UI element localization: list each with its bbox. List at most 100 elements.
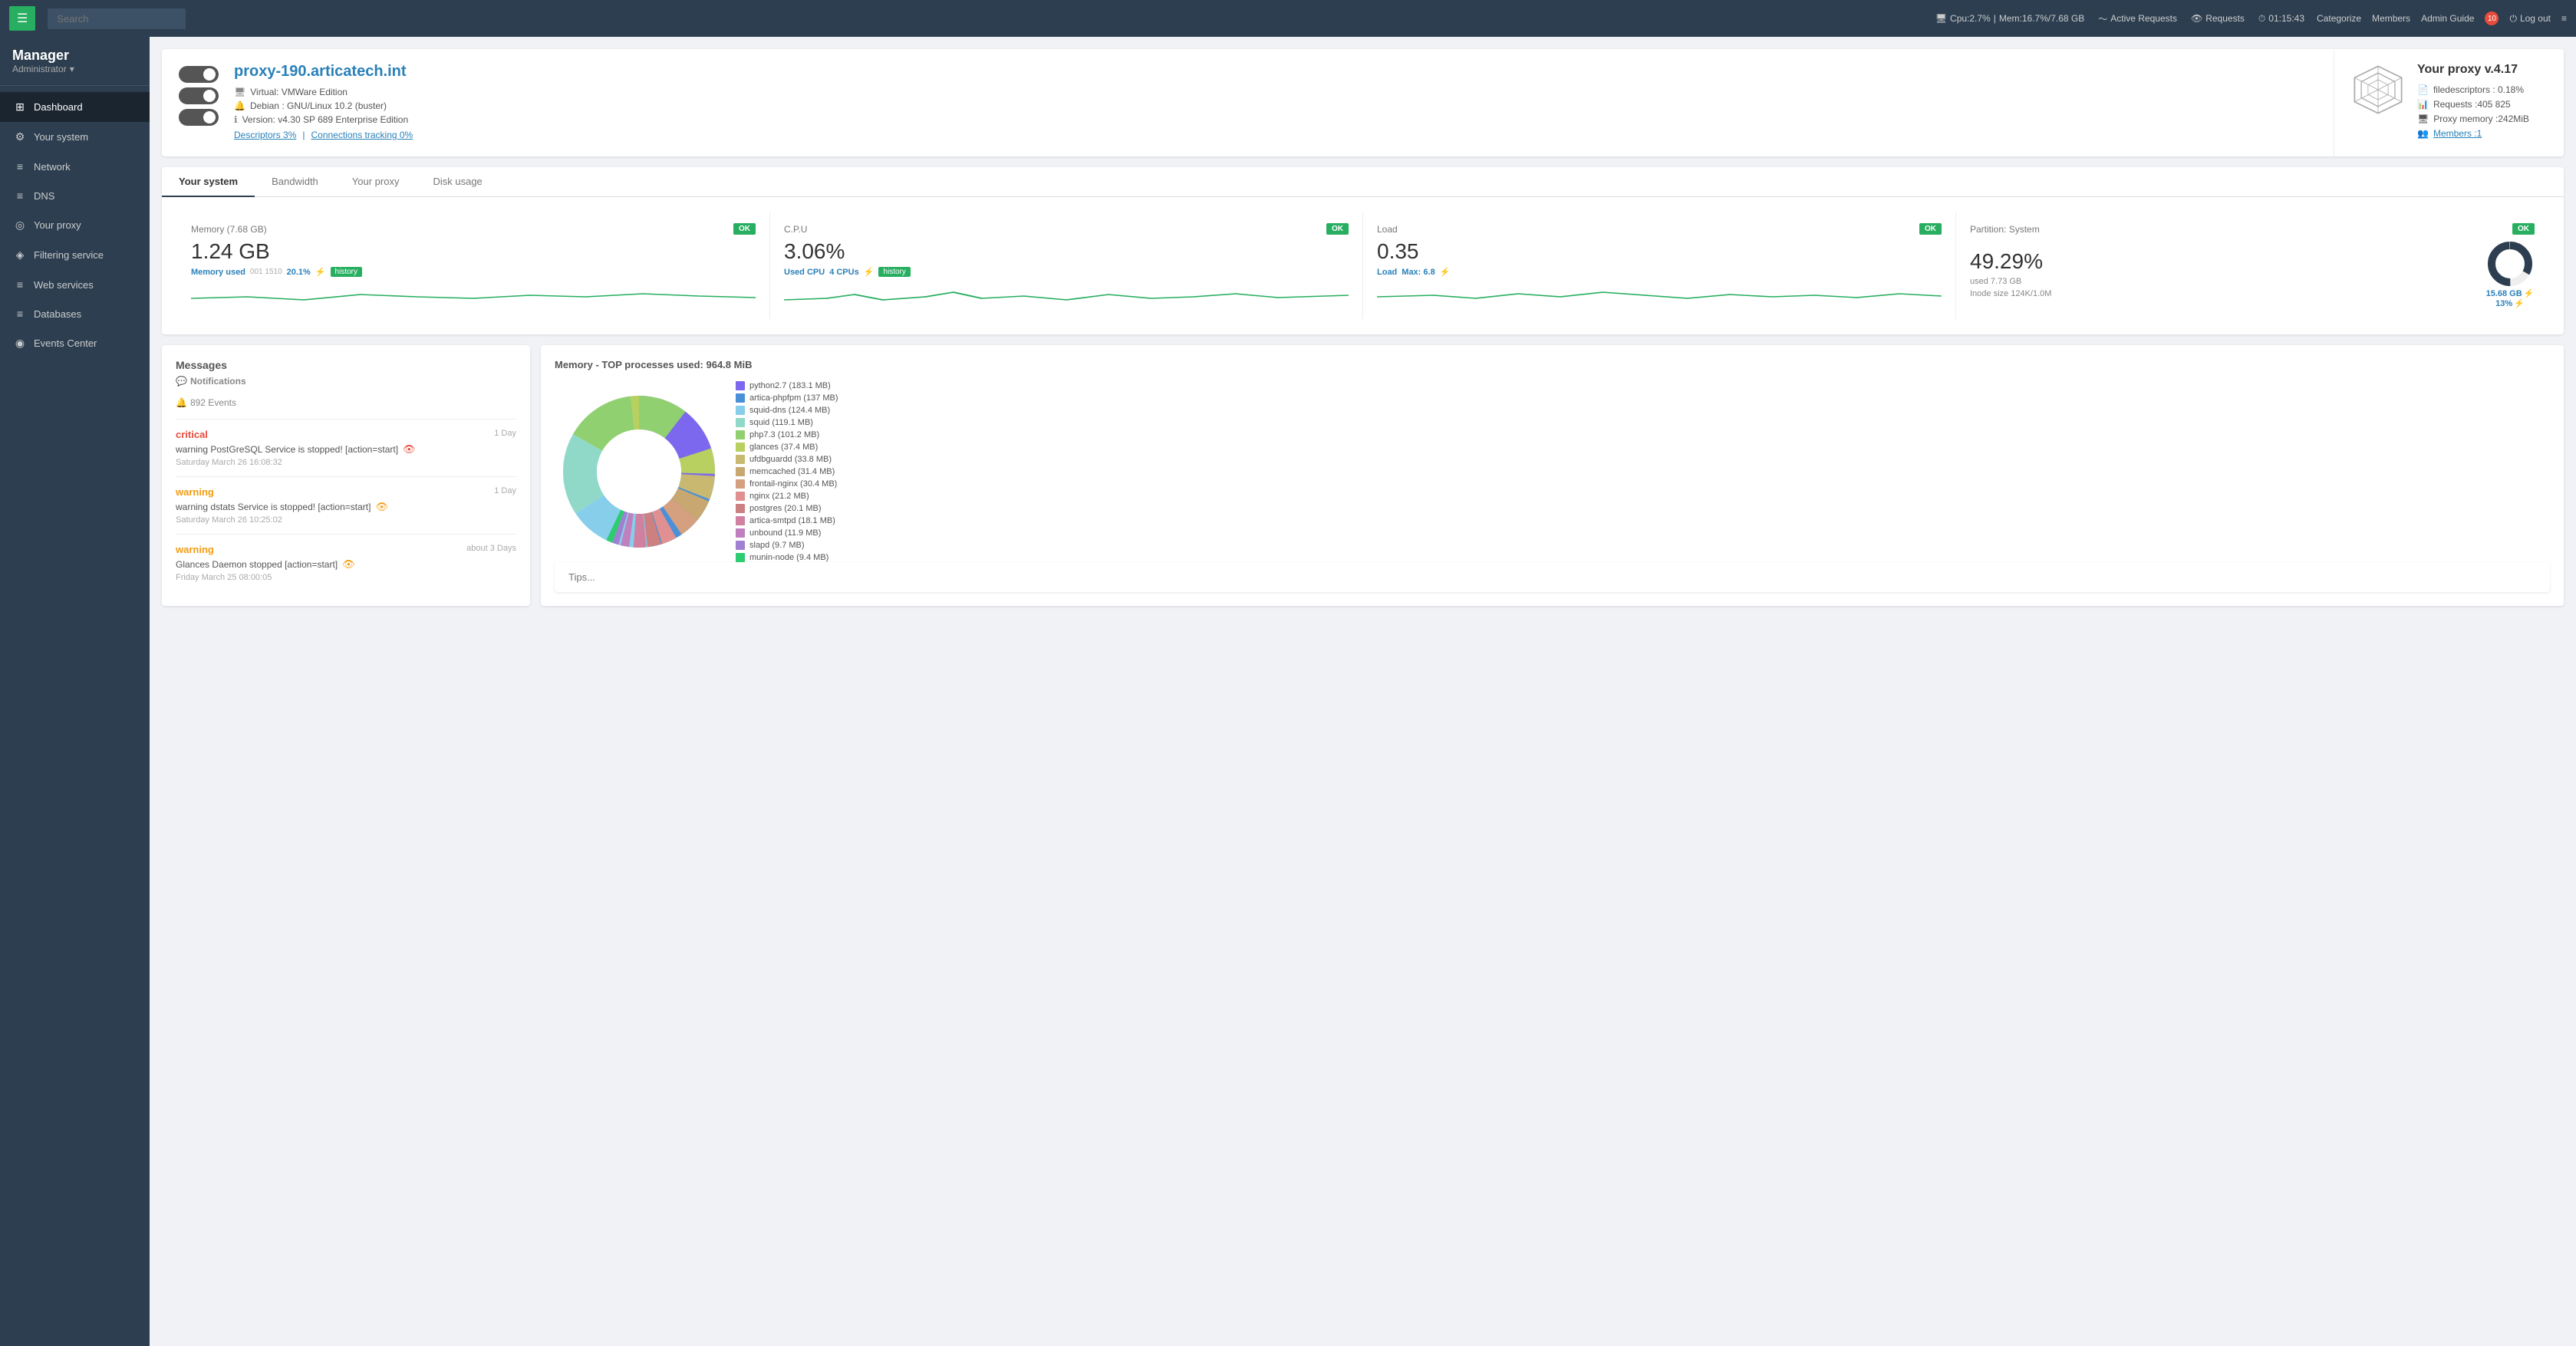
logout-link[interactable]: ⏻ Log out [2509, 13, 2551, 25]
legend-color-postgres [736, 504, 745, 513]
toggle-knob-2 [203, 90, 216, 102]
msg-type-critical-1: critical [176, 429, 208, 440]
partition-ok-badge: OK [2512, 223, 2535, 235]
partition-size-pct: 13% [2495, 299, 2512, 308]
sidebar-item-dns[interactable]: ≡ DNS [0, 181, 150, 210]
cpu-history-btn[interactable]: history [878, 267, 910, 277]
tab-disk-usage[interactable]: Disk usage [416, 167, 499, 197]
tab-your-system[interactable]: Your system [162, 167, 255, 197]
search-input[interactable] [48, 8, 186, 29]
msg-header-1: critical 1 Day [176, 429, 516, 440]
tabs-body: Memory (7.68 GB) OK 1.24 GB Memory used … [162, 197, 2564, 334]
partition-inode: Inode size 124K/1.0M [1970, 289, 2051, 298]
main-content: proxy-190.articatech.int 🖥 Virtual: VMWa… [150, 37, 2576, 1346]
msg-date-1: Saturday March 26 16:08:32 [176, 458, 516, 467]
requests-stat: 👁 Requests [2191, 13, 2245, 24]
connections-link[interactable]: Connections tracking 0% [311, 130, 413, 140]
memory-sparkline [191, 283, 756, 306]
legend-color-artica-smtpd [736, 516, 745, 525]
legend-color-squid [736, 418, 745, 427]
sidebar-label-your-system: Your system [34, 131, 88, 143]
categorize-link[interactable]: Categorize [2317, 13, 2361, 24]
your-system-icon: ⚙ [14, 130, 26, 143]
descriptors-link[interactable]: Descriptors 3% [234, 130, 296, 140]
memory-history-btn[interactable]: history [331, 267, 362, 277]
msg-type-warning-3: warning [176, 544, 214, 555]
admin-guide-link[interactable]: Admin Guide [2421, 13, 2474, 24]
bell-icon: 🔔 [176, 397, 187, 408]
legend-color-python [736, 381, 745, 390]
load-sparkline [1377, 283, 1942, 306]
databases-icon: ≡ [14, 308, 26, 320]
legend-unbound: unbound (11.9 MB) [736, 528, 838, 538]
members-stat-link[interactable]: Members :1 [2433, 128, 2482, 139]
legend-color-ufdb [736, 455, 745, 464]
sidebar-item-network[interactable]: ≡ Network [0, 152, 150, 181]
load-link[interactable]: Load [1377, 268, 1397, 277]
legend-slapd: slapd (9.7 MB) [736, 541, 838, 550]
filtering-icon: ◈ [14, 248, 26, 262]
sidebar-item-filtering-service[interactable]: ◈ Filtering service [0, 240, 150, 270]
more-link[interactable]: ≡ [2561, 13, 2567, 24]
eye-icon-1[interactable]: 👁 [403, 443, 416, 456]
sidebar-label-your-proxy: Your proxy [34, 219, 81, 231]
sidebar-item-events-center[interactable]: ◉ Events Center [0, 328, 150, 358]
proxy-logo [2351, 63, 2405, 117]
notifications-header: 💬 Notifications [176, 376, 516, 387]
memory-title: Memory (7.68 GB) OK [191, 223, 756, 235]
members-link[interactable]: Members [2372, 13, 2410, 24]
msg-type-warning-2: warning [176, 486, 214, 498]
sidebar-item-your-system[interactable]: ⚙ Your system [0, 122, 150, 152]
notifications-link[interactable]: 10 [2485, 12, 2499, 25]
msg-time-1: 1 Day [494, 429, 516, 438]
eye-icon-3[interactable]: 👁 [342, 558, 355, 571]
legend-artica-smtpd: artica-smtpd (18.1 MB) [736, 516, 838, 525]
memory-chart-area: python2.7 (183.1 MB) artica-phpfpm (137 … [555, 381, 2550, 562]
tips-row: Tips... [555, 562, 2550, 592]
sidebar-item-your-proxy[interactable]: ◎ Your proxy [0, 210, 150, 240]
legend-munin: munin-node (9.4 MB) [736, 553, 838, 562]
toggle-2[interactable] [179, 87, 219, 104]
eye-icon-2[interactable]: 👁 [375, 501, 388, 513]
web-services-icon: ≡ [14, 278, 26, 291]
notification-badge: 10 [2485, 12, 2499, 25]
proxy-version-title: Your proxy v.4.17 [2417, 63, 2529, 77]
cpu-used-link[interactable]: Used CPU [784, 268, 825, 277]
msg-time-2: 1 Day [494, 486, 516, 495]
sidebar: Manager Administrator ▾ ⊞ Dashboard ⚙ Yo… [0, 37, 150, 1346]
dashboard-icon: ⊞ [14, 100, 26, 114]
cpu-sub: Used CPU 4 CPUs⚡ history [784, 267, 1349, 277]
menu-button[interactable]: ☰ [9, 6, 35, 31]
partition-chart-area: 49.29% used 7.73 GB Inode size 124K/1.0M [1970, 239, 2535, 308]
sidebar-item-dashboard[interactable]: ⊞ Dashboard [0, 92, 150, 122]
toggle-3[interactable] [179, 109, 219, 126]
toggle-knob-3 [203, 111, 216, 123]
msg-date-2: Saturday March 26 10:25:02 [176, 515, 516, 525]
msg-date-3: Friday March 25 08:00:05 [176, 573, 516, 582]
sidebar-item-web-services[interactable]: ≡ Web services [0, 270, 150, 299]
toggle-1[interactable] [179, 66, 219, 83]
legend-php73: php7.3 (101.2 MB) [736, 430, 838, 439]
sidebar-label-databases: Databases [34, 308, 81, 320]
filedescriptors-stat: 📄 filedescriptors : 0.18% [2417, 84, 2529, 95]
events-icon: ◉ [14, 337, 26, 350]
memory-used-link[interactable]: Memory used [191, 268, 245, 277]
memory-ok-badge: OK [733, 223, 756, 235]
msg-text-1: warning PostGreSQL Service is stopped! [… [176, 443, 516, 456]
monitor-icon: 🖥 [234, 87, 245, 97]
toggle-knob-1 [203, 68, 216, 81]
requests-icon: 📊 [2417, 99, 2429, 110]
proxy-right: Your proxy v.4.17 📄 filedescriptors : 0.… [2334, 49, 2564, 156]
sidebar-item-databases[interactable]: ≡ Databases [0, 299, 150, 328]
tips-label: Tips... [568, 571, 595, 583]
legend-python: python2.7 (183.1 MB) [736, 381, 838, 390]
tab-bandwidth[interactable]: Bandwidth [255, 167, 335, 197]
tab-your-proxy[interactable]: Your proxy [335, 167, 417, 197]
legend-memcached: memcached (31.4 MB) [736, 467, 838, 476]
legend-color-squid-dns [736, 406, 745, 415]
sidebar-brand: Manager Administrator ▾ [0, 37, 150, 86]
chevron-down-icon: ▾ [70, 64, 74, 74]
sidebar-nav: ⊞ Dashboard ⚙ Your system ≡ Network ≡ DN… [0, 86, 150, 1346]
members-icon: 👥 [2417, 128, 2429, 139]
legend-color-frontail [736, 479, 745, 489]
